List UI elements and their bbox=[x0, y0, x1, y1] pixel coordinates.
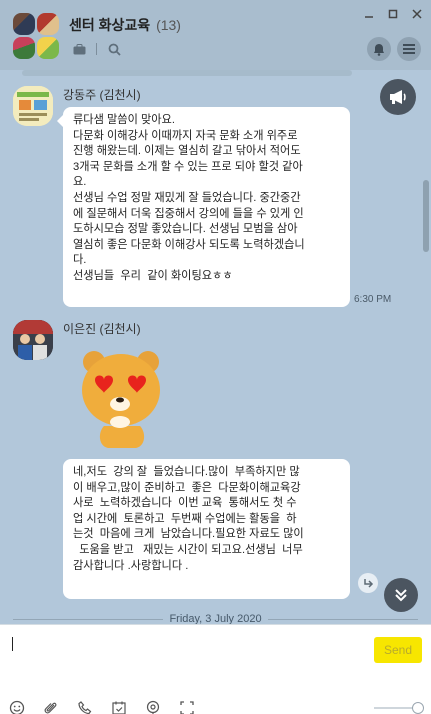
member-avatar bbox=[13, 13, 35, 35]
sender-avatar[interactable] bbox=[13, 320, 53, 360]
attach-icon[interactable] bbox=[42, 699, 60, 714]
screen-capture-icon[interactable] bbox=[178, 699, 196, 714]
emoji-icon[interactable] bbox=[8, 699, 26, 714]
share-icon[interactable] bbox=[358, 573, 378, 593]
message-bubble[interactable]: 류다샘 말씀이 맞아요. 다문화 이해강사 이때까지 자국 문화 소개 위주로 … bbox=[57, 107, 350, 307]
message-text: 도움을 받고 재밌는 시간이 되고요.선생님 너무 bbox=[73, 543, 303, 556]
bell-icon[interactable] bbox=[367, 37, 391, 61]
slider-knob[interactable] bbox=[412, 702, 424, 714]
message-text: 류다샘 말씀이 맞아요. bbox=[73, 114, 175, 126]
message-time: 6:30 PM bbox=[354, 294, 392, 305]
calendar-icon[interactable] bbox=[110, 699, 128, 714]
date-divider: Friday, 3 July 2020 bbox=[0, 612, 431, 624]
close-icon[interactable] bbox=[411, 8, 423, 20]
member-avatar bbox=[13, 37, 35, 59]
transparency-slider[interactable] bbox=[374, 702, 424, 714]
member-count: (13) bbox=[156, 17, 181, 33]
menu-icon[interactable] bbox=[397, 37, 421, 61]
message-text: 다. bbox=[73, 254, 87, 267]
message-text: 선생님 수업 정말 재밌게 잘 들었습니다. 중간중간 bbox=[73, 191, 301, 204]
sender-name: 강동주 (김천시) bbox=[63, 88, 141, 102]
message-composer[interactable]: Send bbox=[0, 624, 431, 714]
message-text: 는것 마음에 크게 남았습니다.필요한 자료도 많이 bbox=[73, 528, 304, 541]
scroll-down-icon[interactable] bbox=[384, 578, 418, 612]
message-bubble[interactable]: 네,저도 강의 잘 들었습니다.많이 부족하지만 많 이 배우고,많이 준비하고… bbox=[63, 459, 350, 599]
poll-icon[interactable] bbox=[144, 699, 162, 714]
maximize-icon[interactable] bbox=[387, 8, 399, 20]
call-icon[interactable] bbox=[76, 699, 94, 714]
message-text: 이 배우고,많이 준비하고 좋은 다문화이해교육강 bbox=[73, 481, 301, 494]
sender-avatar[interactable] bbox=[13, 86, 53, 126]
message-text: 3개국 문화를 소개 할 수 있는 프로 되야 할것 같아 bbox=[73, 160, 303, 173]
message-text: 열심히 좋은 다문화 이해강사 되도록 노력하겠습니 bbox=[73, 238, 305, 251]
text-cursor bbox=[12, 637, 13, 651]
previous-message-edge bbox=[22, 70, 352, 76]
sender-name: 이은진 (김천시) bbox=[63, 322, 141, 336]
announcement-icon[interactable] bbox=[380, 79, 416, 115]
search-icon[interactable] bbox=[107, 42, 121, 56]
member-avatar bbox=[37, 13, 59, 35]
message-text: 요. bbox=[73, 176, 87, 189]
room-name: 센터 화상교육 bbox=[69, 17, 151, 33]
briefcase-icon[interactable] bbox=[72, 42, 86, 56]
minimize-icon[interactable] bbox=[363, 8, 375, 20]
message-text: 다문화 이해강사 이때까지 자국 문화 소개 위주로 bbox=[73, 129, 298, 142]
window-controls bbox=[363, 8, 423, 20]
message-text: 업 시간에 토론하고 두번째 수업에는 활동을 하 bbox=[73, 512, 297, 525]
message-text: 사로 노력하겠습니다 이번 교육 통해서도 첫 수 bbox=[73, 497, 297, 510]
scrollbar[interactable] bbox=[423, 180, 429, 252]
header-tools bbox=[72, 42, 121, 56]
message-text: 선생님들 우리 같이 화이팅요ㅎㅎ bbox=[73, 269, 233, 282]
love-sticker[interactable] bbox=[80, 346, 162, 450]
send-button[interactable]: Send bbox=[374, 637, 422, 663]
member-avatar bbox=[37, 37, 59, 59]
message-text: 진행 해왔는데. 이제는 열심히 갈고 닦아서 적어도 bbox=[73, 145, 301, 158]
divider bbox=[96, 43, 97, 55]
chat-header: 센터 화상교육 (13) bbox=[0, 0, 431, 70]
message-list[interactable]: 강동주 (김천시) 류다샘 말씀이 맞아요. 다문화 이해강사 이때까지 자국 … bbox=[0, 70, 431, 624]
composer-toolbar bbox=[8, 699, 196, 714]
header-actions bbox=[367, 37, 421, 61]
room-avatar[interactable] bbox=[13, 13, 59, 59]
message-text: 에 질문해서 더욱 집중해서 강의에 들을 수 있게 인 bbox=[73, 207, 304, 220]
room-title[interactable]: 센터 화상교육 (13) bbox=[69, 15, 181, 35]
message-text: 네,저도 강의 잘 들었습니다.많이 부족하지만 많 bbox=[73, 466, 300, 478]
message-text: 도하시모습 정말 좋았습니다. 선생님 모범을 삼아 bbox=[73, 223, 298, 236]
message-text: 감사합니다 .사랑합니다 . bbox=[73, 559, 189, 572]
